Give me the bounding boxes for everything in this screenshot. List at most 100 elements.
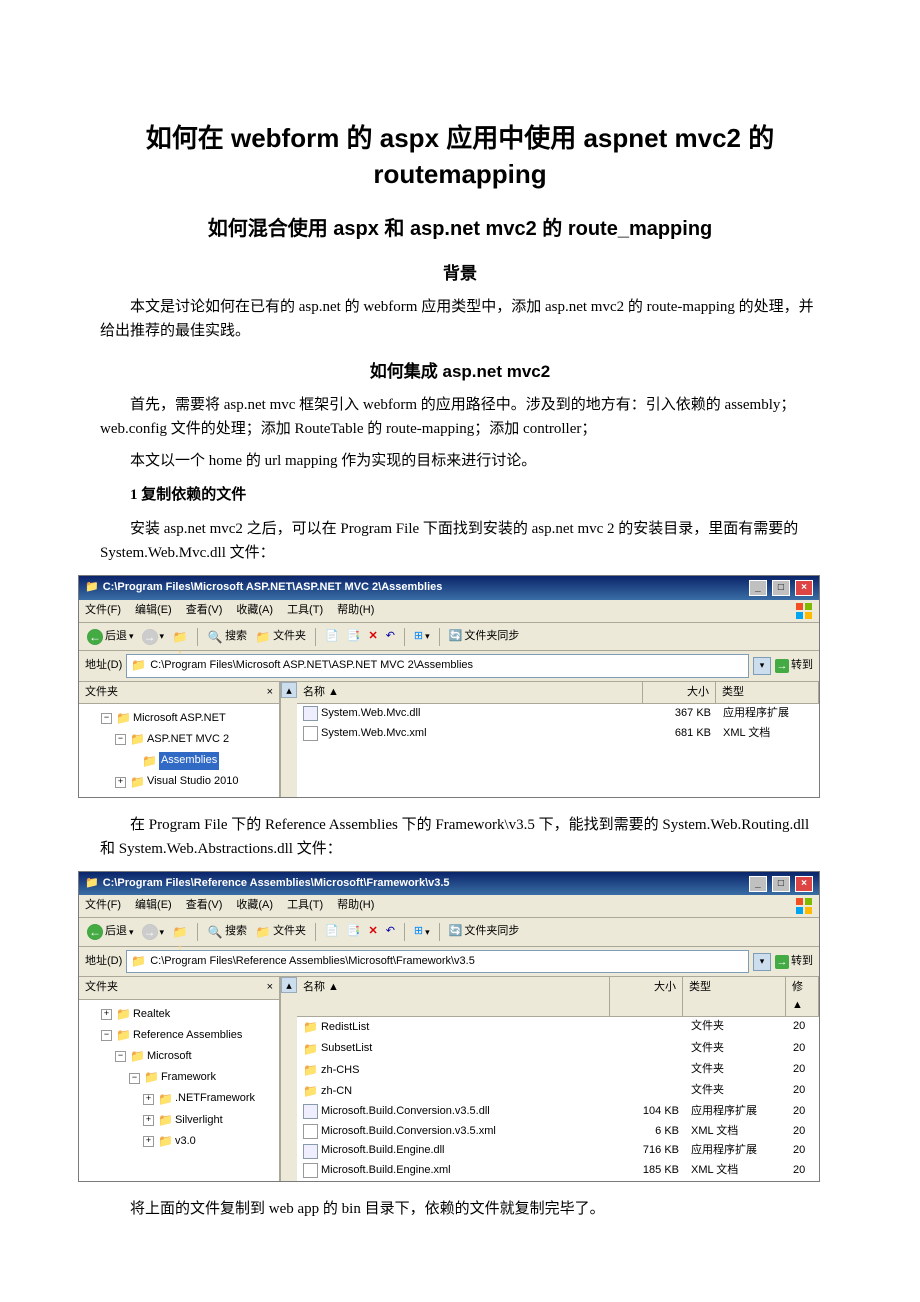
address-input[interactable]: 📁 C:\Program Files\Reference Assemblies\… [126,950,749,973]
search-button[interactable]: 🔍搜索 [205,922,249,942]
address-dropdown-icon[interactable]: ▾ [753,657,771,675]
list-row[interactable]: System.Web.Mvc.xml681 KBXML 文档 [297,724,819,744]
col-type[interactable]: 类型 [716,682,819,704]
list-row[interactable]: Microsoft.Build.Conversion.v3.5.dll104 K… [297,1102,819,1122]
explorer-window-1: 📁 C:\Program Files\Microsoft ASP.NET\ASP… [78,575,820,798]
list-row[interactable]: 📁RedistList文件夹20 [297,1017,819,1038]
menu-edit[interactable]: 编辑(E) [135,897,172,915]
menu-fav[interactable]: 收藏(A) [236,897,273,915]
close-pane-icon[interactable]: × [267,979,273,997]
views-button[interactable]: ⊞▾ [412,627,432,647]
back-button[interactable]: ←后退 ▾ [85,627,136,647]
views-button[interactable]: ⊞▾ [412,922,432,942]
tree-item[interactable]: −📁ASP.NET MVC 2 [87,729,275,750]
menu-file[interactable]: 文件(F) [85,602,121,620]
menu-tools[interactable]: 工具(T) [287,897,323,915]
file-list-pane: 名称 ▲ 大小 类型 修▲ 📁RedistList文件夹20📁SubsetLis… [297,977,819,1180]
folder-icon: 📁 [130,773,145,792]
tree-item[interactable]: +📁Realtek [87,1004,275,1025]
scrollbar[interactable]: ▴ [280,977,297,1180]
menu-view[interactable]: 查看(V) [186,602,223,620]
sync-button[interactable]: 🔄文件夹同步 [447,627,522,647]
titlebar[interactable]: 📁 C:\Program Files\Reference Assemblies\… [79,872,819,896]
toolbar: ←后退 ▾ → ▾ 📁↑ 🔍搜索 📁文件夹 📄 📑 ✕ ↶ ⊞▾ 🔄文件夹同步 [79,918,819,947]
address-label: 地址(D) [85,657,122,675]
maximize-button[interactable]: □ [772,876,790,892]
close-button[interactable]: × [795,580,813,596]
minimize-button[interactable]: _ [749,876,767,892]
list-row[interactable]: Microsoft.Build.Engine.dll716 KB应用程序扩展20 [297,1141,819,1161]
copy-icon[interactable]: 📑 [345,627,363,647]
folders-button[interactable]: 📁文件夹 [253,922,308,942]
tree-item[interactable]: +📁.NETFramework [87,1089,275,1110]
close-pane-icon[interactable]: × [267,684,273,702]
minimize-button[interactable]: _ [749,580,767,596]
go-button[interactable]: →转到 [775,657,813,675]
move-icon[interactable]: 📄 [323,922,341,942]
windows-logo-icon [795,897,813,915]
col-size[interactable]: 大小 [643,682,716,704]
folder-icon: 📁 [130,730,145,749]
delete-icon[interactable]: ✕ [366,627,379,647]
list-row[interactable]: 📁zh-CN文件夹20 [297,1081,819,1102]
list-row[interactable]: 📁SubsetList文件夹20 [297,1039,819,1060]
undo-icon[interactable]: ↶ [384,922,397,942]
page-title: 如何在 webform 的 aspx 应用中使用 aspnet mvc2 的 r… [100,120,820,193]
col-size[interactable]: 大小 [610,977,683,1016]
tree-item[interactable]: −📁Reference Assemblies [87,1025,275,1046]
search-button[interactable]: 🔍搜索 [205,627,249,647]
forward-button[interactable]: → ▾ [140,923,167,941]
folder-icon: 📁 [158,1111,173,1130]
folder-icon: 📁 [144,1068,159,1087]
folders-button[interactable]: 📁文件夹 [253,627,308,647]
para-end: 将上面的文件复制到 web app 的 bin 目录下，依赖的文件就复制完毕了。 [100,1197,820,1221]
forward-button[interactable]: → ▾ [140,628,167,646]
tree-header: 文件夹 × [79,977,279,1000]
up-button[interactable]: 📁↑ [170,628,190,646]
move-icon[interactable]: 📄 [323,627,341,647]
delete-icon[interactable]: ✕ [366,922,379,942]
col-name[interactable]: 名称 ▲ [297,682,643,704]
menu-tools[interactable]: 工具(T) [287,602,323,620]
list-row[interactable]: Microsoft.Build.Conversion.v3.5.xml6 KBX… [297,1122,819,1142]
col-name[interactable]: 名称 ▲ [297,977,610,1016]
tree-item[interactable]: +📁Silverlight [87,1110,275,1131]
tree-header: 文件夹 × [79,682,279,705]
tree-item[interactable]: +📁v3.0 [87,1131,275,1152]
address-input[interactable]: 📁 C:\Program Files\Microsoft ASP.NET\ASP… [126,654,749,677]
col-type[interactable]: 类型 [683,977,786,1016]
close-button[interactable]: × [795,876,813,892]
menu-view[interactable]: 查看(V) [186,897,223,915]
list-row[interactable]: System.Web.Mvc.dll367 KB应用程序扩展 [297,704,819,724]
titlebar[interactable]: 📁 C:\Program Files\Microsoft ASP.NET\ASP… [79,576,819,600]
menu-file[interactable]: 文件(F) [85,897,121,915]
up-button[interactable]: 📁↑ [170,923,190,941]
tree-item[interactable]: +📁Visual Studio 2010 [87,772,275,793]
address-dropdown-icon[interactable]: ▾ [753,953,771,971]
col-modified[interactable]: 修▲ [786,977,819,1016]
menu-help[interactable]: 帮助(H) [337,897,374,915]
menubar: 文件(F) 编辑(E) 查看(V) 收藏(A) 工具(T) 帮助(H) [79,895,819,918]
tree-item[interactable]: 📁Assemblies [87,751,275,772]
go-button[interactable]: →转到 [775,953,813,971]
list-row[interactable]: 📁zh-CHS文件夹20 [297,1060,819,1081]
menu-edit[interactable]: 编辑(E) [135,602,172,620]
back-button[interactable]: ←后退 ▾ [85,922,136,942]
undo-icon[interactable]: ↶ [384,627,397,647]
folder-icon: 📁 [116,1026,131,1045]
tree-item[interactable]: −📁Framework [87,1067,275,1088]
list-row[interactable]: Microsoft.Build.Engine.xml185 KBXML 文档20 [297,1161,819,1181]
section-copy-files: 1 复制依赖的文件 [100,483,820,507]
folder-icon: 📁 [116,1005,131,1024]
list-header: 名称 ▲ 大小 类型 [297,682,819,705]
sync-button[interactable]: 🔄文件夹同步 [447,922,522,942]
window-title: C:\Program Files\Microsoft ASP.NET\ASP.N… [103,579,443,597]
scrollbar[interactable]: ▴ [280,682,297,797]
tree-item[interactable]: −📁Microsoft ASP.NET [87,708,275,729]
menu-fav[interactable]: 收藏(A) [236,602,273,620]
menu-help[interactable]: 帮助(H) [337,602,374,620]
folder-icon: 📁 [158,1090,173,1109]
copy-icon[interactable]: 📑 [345,922,363,942]
tree-item[interactable]: −📁Microsoft [87,1046,275,1067]
maximize-button[interactable]: □ [772,580,790,596]
